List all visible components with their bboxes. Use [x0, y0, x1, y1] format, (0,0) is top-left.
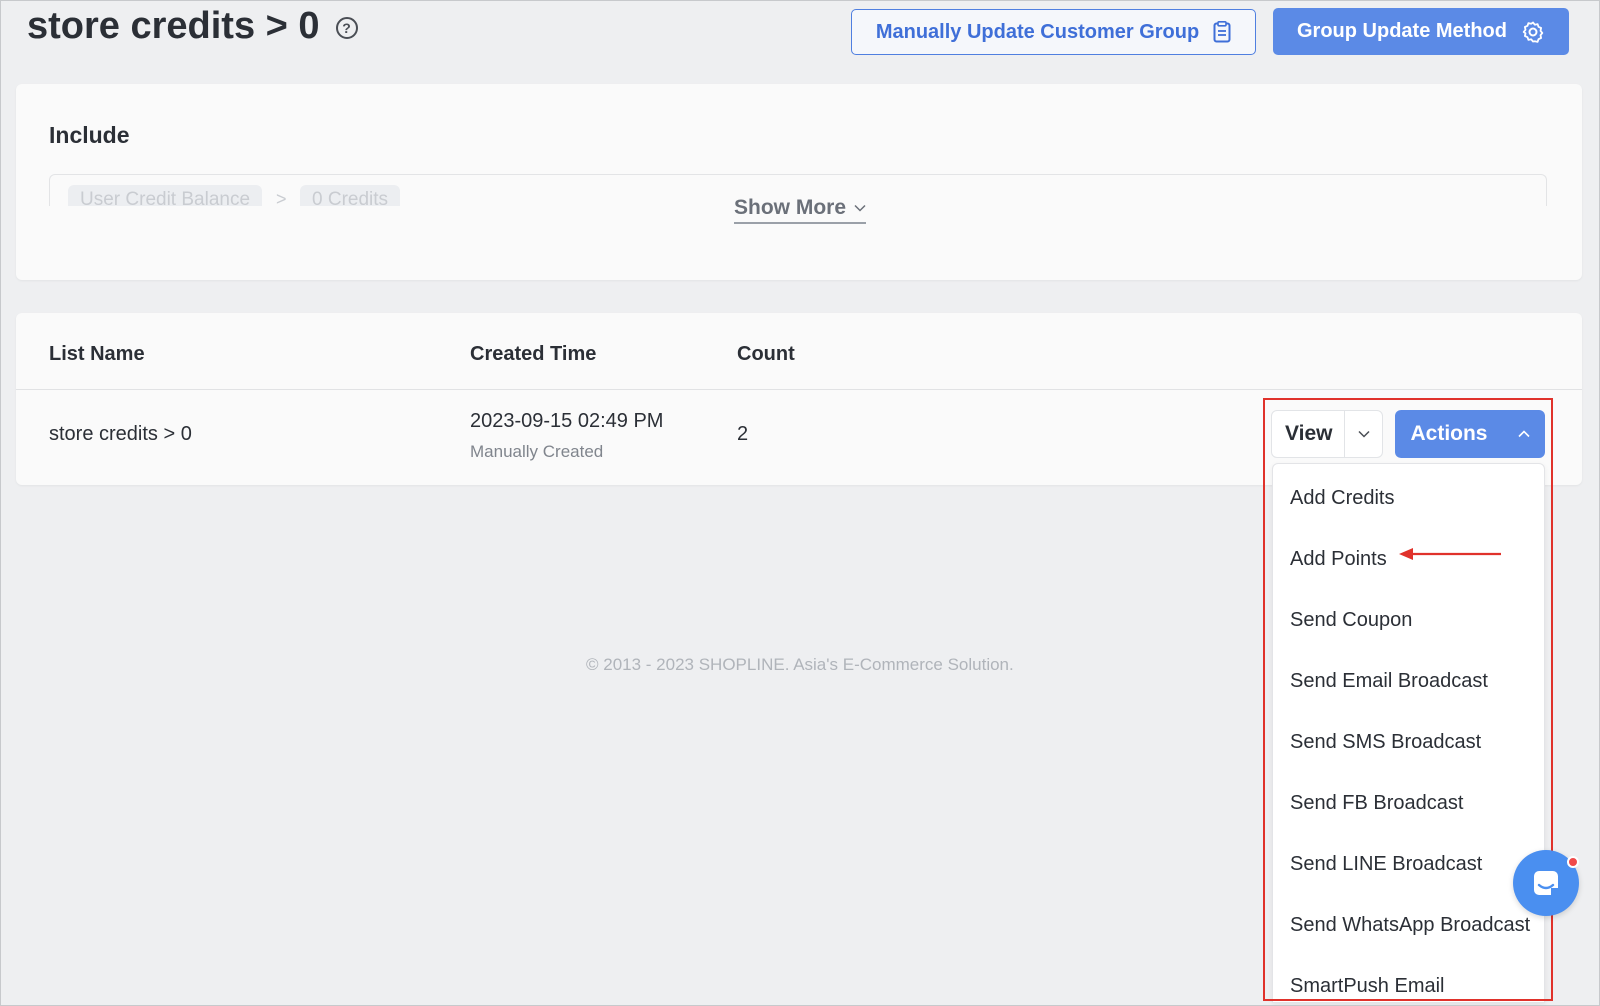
help-circle-icon[interactable]: ?: [335, 16, 358, 39]
page-title: store credits > 0 ?: [27, 5, 358, 48]
chat-icon: [1534, 871, 1559, 896]
customer-group-page: store credits > 0 ? Manually Update Cust…: [0, 0, 1600, 1006]
include-card: Include User Credit Balance > 0 Credits …: [16, 84, 1582, 280]
row-count: 2: [737, 423, 749, 445]
condition-value-chip: 0 Credits: [300, 185, 401, 206]
include-title: Include: [49, 122, 130, 148]
condition-operator: >: [276, 189, 287, 206]
page-title-text: store credits > 0: [27, 5, 320, 47]
clipboard-list-icon: [1213, 21, 1231, 43]
column-header-count: Count: [737, 343, 795, 365]
column-header-created-time: Created Time: [470, 343, 597, 365]
chat-notification-badge: [1567, 856, 1579, 868]
annotation-arrow-icon: [1399, 548, 1501, 560]
row-created-time: 2023-09-15 02:49 PM: [470, 410, 664, 432]
manually-update-customer-group-button[interactable]: Manually Update Customer Group: [851, 9, 1256, 55]
show-more-label: Show More: [734, 196, 847, 219]
chevron-down-icon: [854, 204, 866, 212]
table-divider: [16, 389, 1582, 390]
condition-field-chip: User Credit Balance: [68, 185, 263, 206]
group-update-label: Group Update Method: [1297, 20, 1507, 42]
row-created-by: Manually Created: [470, 442, 604, 461]
group-update-method-button[interactable]: Group Update Method: [1273, 8, 1569, 55]
footer-copyright: © 2013 - 2023 SHOPLINE. Asia's E-Commerc…: [586, 655, 1014, 674]
show-more-link[interactable]: Show More: [734, 196, 867, 224]
row-list-name: store credits > 0: [49, 423, 192, 445]
gear-icon: [1522, 21, 1544, 43]
column-header-list-name: List Name: [49, 343, 145, 365]
manually-update-label: Manually Update Customer Group: [875, 20, 1200, 43]
annotation-highlight-box: [1263, 398, 1553, 1001]
